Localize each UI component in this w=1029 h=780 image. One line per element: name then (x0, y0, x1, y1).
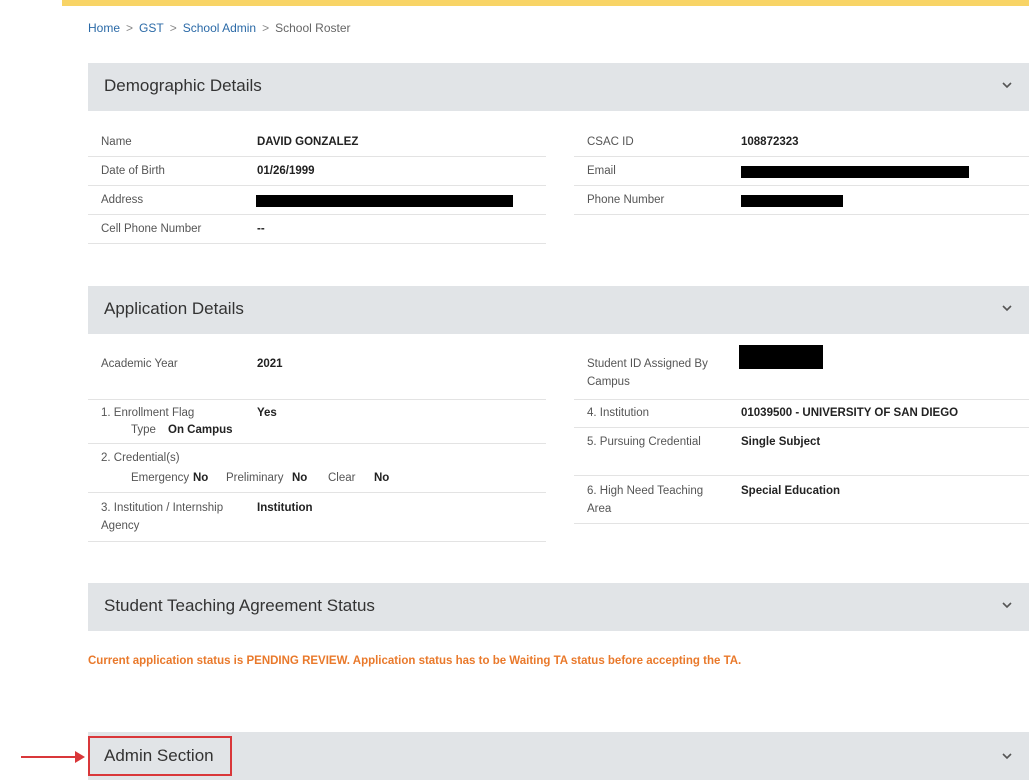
application-details-header[interactable]: Application Details (88, 286, 1029, 334)
chevron-down-icon[interactable] (999, 748, 1015, 764)
redacted-address (256, 195, 513, 207)
preliminary-value: No (292, 472, 308, 484)
row-divider (88, 492, 546, 493)
student-id-label-line1: Student ID Assigned By (587, 358, 708, 370)
demographic-details-title: Demographic Details (104, 76, 262, 95)
arrow-right-icon (21, 756, 77, 758)
enrollment-flag-value: Yes (257, 407, 277, 419)
institution-agency-value: Institution (257, 502, 313, 514)
dob-label: Date of Birth (101, 165, 165, 177)
clear-value: No (374, 472, 390, 484)
credentials-label: 2. Credential(s) (101, 452, 180, 464)
emergency-value: No (193, 472, 209, 484)
address-label: Address (101, 194, 144, 206)
dob-value: 01/26/1999 (257, 165, 315, 177)
row-divider (88, 541, 546, 542)
row-divider (574, 185, 1029, 186)
admin-section-highlight-box (88, 736, 232, 776)
application-status-message: Current application status is PENDING RE… (88, 655, 742, 667)
row-divider (88, 185, 546, 186)
application-details-title: Application Details (104, 299, 244, 318)
institution-value: 01039500 - UNIVERSITY OF SAN DIEGO (741, 407, 959, 419)
csac-id-value: 108872323 (741, 136, 799, 148)
breadcrumb: Home > GST > School Admin > School Roster (88, 21, 351, 35)
breadcrumb-separator: > (262, 21, 270, 35)
row-divider (88, 243, 546, 244)
high-need-label-line1: 6. High Need Teaching (587, 485, 704, 497)
cell-phone-value: -- (257, 223, 265, 235)
row-divider (574, 427, 1029, 428)
academic-year-value: 2021 (257, 358, 283, 370)
chevron-down-icon[interactable] (999, 300, 1015, 316)
row-divider (88, 399, 546, 400)
redacted-email (741, 166, 969, 178)
row-divider (574, 156, 1029, 157)
chevron-down-icon[interactable] (999, 597, 1015, 613)
institution-agency-label-line2: Agency (101, 520, 140, 532)
high-need-value: Special Education (741, 485, 841, 497)
row-divider (574, 523, 1029, 524)
row-divider (574, 214, 1029, 215)
pursuing-credential-label: 5. Pursuing Credential (587, 436, 701, 448)
teaching-agreement-header[interactable]: Student Teaching Agreement Status (88, 583, 1029, 631)
top-accent-bar (62, 0, 1029, 6)
arrow-head (75, 751, 85, 763)
enrollment-flag-label: 1. Enrollment Flag (101, 407, 195, 419)
academic-year-label: Academic Year (101, 358, 178, 370)
breadcrumb-separator: > (169, 21, 177, 35)
preliminary-label: Preliminary (226, 472, 284, 484)
csac-id-label: CSAC ID (587, 136, 634, 148)
email-label: Email (587, 165, 616, 177)
demographic-details-header[interactable]: Demographic Details (88, 63, 1029, 111)
breadcrumb-current: School Roster (275, 21, 351, 35)
name-label: Name (101, 136, 132, 148)
name-value: DAVID GONZALEZ (257, 136, 359, 148)
student-id-label-line2: Campus (587, 376, 630, 388)
breadcrumb-gst-link[interactable]: GST (139, 21, 164, 35)
cell-phone-label: Cell Phone Number (101, 223, 202, 235)
redacted-phone-number (741, 195, 843, 207)
clear-label: Clear (328, 472, 356, 484)
institution-label: 4. Institution (587, 407, 650, 419)
breadcrumb-separator: > (126, 21, 134, 35)
phone-number-label: Phone Number (587, 194, 665, 206)
row-divider (574, 399, 1029, 400)
breadcrumb-school-admin-link[interactable]: School Admin (183, 21, 256, 35)
enrollment-type-value: On Campus (168, 424, 233, 436)
emergency-label: Emergency (131, 472, 190, 484)
chevron-down-icon[interactable] (999, 77, 1015, 93)
row-divider (88, 156, 546, 157)
row-divider (88, 443, 546, 444)
redacted-student-id (739, 345, 823, 369)
breadcrumb-home-link[interactable]: Home (88, 21, 120, 35)
teaching-agreement-title: Student Teaching Agreement Status (104, 596, 375, 615)
high-need-label-line2: Area (587, 503, 612, 515)
row-divider (574, 475, 1029, 476)
enrollment-type-label: Type (131, 424, 156, 436)
row-divider (88, 214, 546, 215)
institution-agency-label-line1: 3. Institution / Internship (101, 502, 224, 514)
pursuing-credential-value: Single Subject (741, 436, 821, 448)
